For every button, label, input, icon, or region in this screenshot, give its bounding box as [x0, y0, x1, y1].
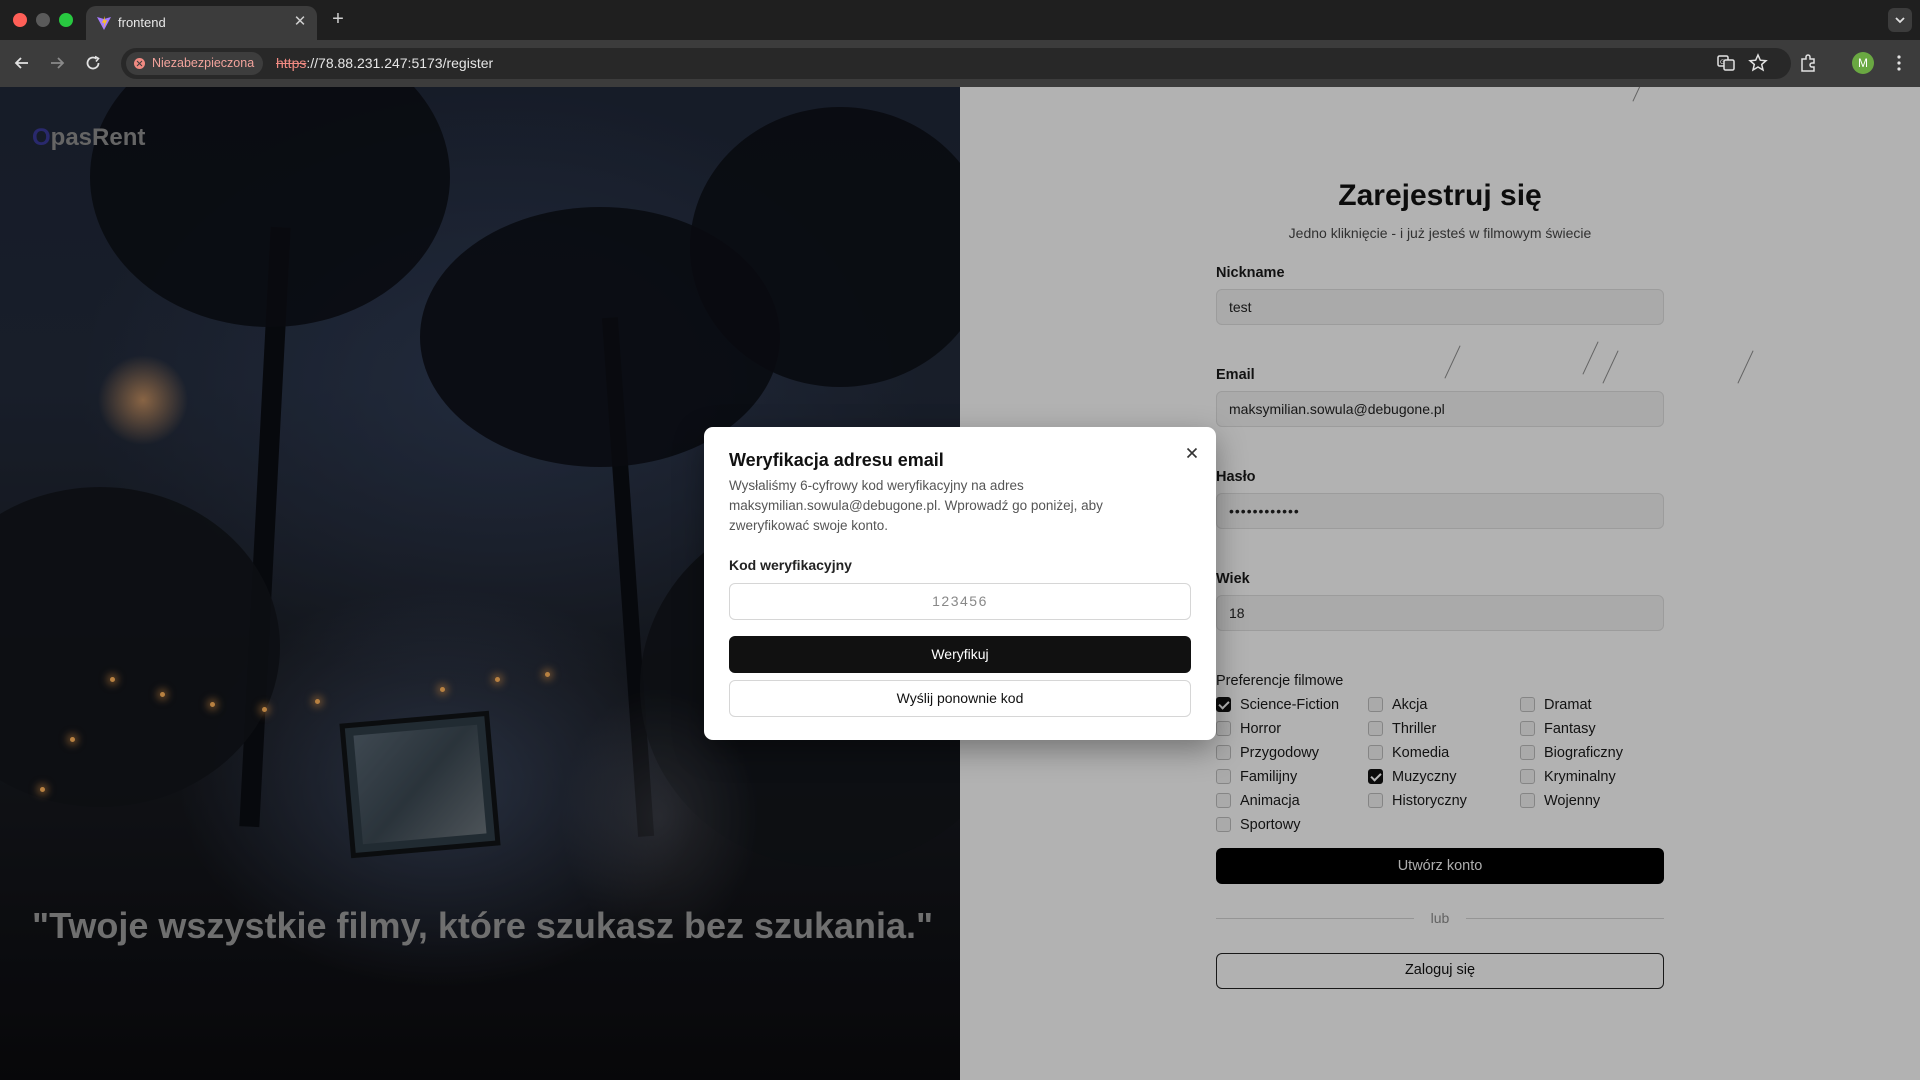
address-bar[interactable]: Niezabezpieczona https://78.88.231.247:5… — [121, 48, 1791, 79]
security-label: Niezabezpieczona — [152, 56, 255, 70]
url-path: ://78.88.231.247:5173/register — [306, 55, 494, 71]
close-icon[interactable] — [1184, 445, 1200, 461]
verification-code-input[interactable]: 123456 — [729, 583, 1191, 620]
chevron-down-icon — [1895, 17, 1905, 24]
insecure-icon — [134, 58, 145, 69]
resend-code-button[interactable]: Wyślij ponownie kod — [729, 680, 1191, 717]
code-label: Kod weryfikacyjny — [729, 557, 852, 573]
translate-icon[interactable]: G — [1715, 52, 1737, 74]
verification-dialog: Weryfikacja adresu email Wysłaliśmy 6-cy… — [704, 427, 1216, 740]
new-tab-icon[interactable]: + — [327, 8, 349, 30]
verify-button[interactable]: Weryfikuj — [729, 636, 1191, 673]
dialog-title: Weryfikacja adresu email — [729, 450, 944, 470]
tab-title: frontend — [118, 15, 166, 30]
minimize-window-button[interactable] — [36, 13, 50, 27]
reload-icon[interactable] — [82, 52, 104, 74]
bookmark-star-icon[interactable] — [1747, 52, 1769, 74]
tab-close-icon[interactable]: ✕ — [291, 13, 309, 31]
dialog-description: Wysłaliśmy 6-cyfrowy kod weryfikacyjny n… — [729, 478, 1103, 533]
security-indicator[interactable]: Niezabezpieczona — [126, 52, 264, 75]
browser-toolbar: Niezabezpieczona https://78.88.231.247:5… — [0, 40, 1920, 87]
url-scheme: https — [276, 55, 307, 71]
url-text[interactable]: https://78.88.231.247:5173/register — [276, 55, 493, 71]
back-arrow-icon[interactable] — [11, 52, 33, 74]
browser-tab[interactable]: frontend ✕ — [86, 6, 317, 40]
maximize-window-button[interactable] — [59, 13, 73, 27]
browser-tab-bar: frontend ✕ + — [0, 0, 1920, 40]
vite-logo-icon — [97, 16, 111, 30]
close-window-button[interactable] — [13, 13, 27, 27]
tab-search-button[interactable] — [1888, 8, 1912, 32]
profile-avatar[interactable]: M — [1852, 52, 1874, 74]
browser-menu-icon[interactable] — [1888, 52, 1910, 74]
forward-arrow-icon[interactable] — [46, 52, 68, 74]
svg-text:G: G — [1720, 59, 1725, 66]
extensions-icon[interactable] — [1797, 52, 1819, 74]
